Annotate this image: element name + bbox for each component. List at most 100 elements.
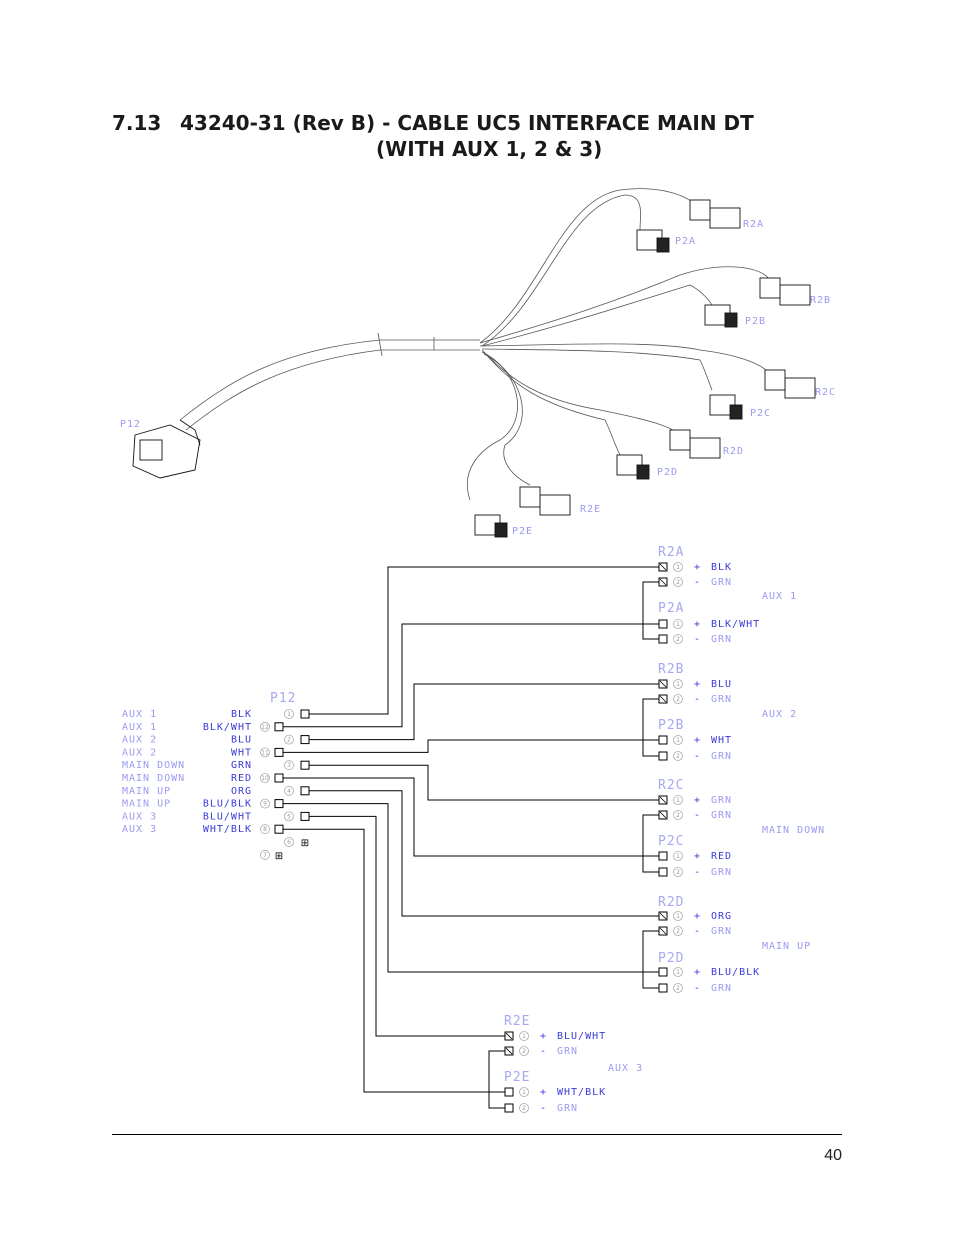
p12-terminal xyxy=(274,799,284,809)
connector-header-r2e: R2E xyxy=(504,1014,530,1029)
p12-pin-number-num: 1 xyxy=(287,711,291,718)
p2a-connector-body xyxy=(636,229,670,253)
connector-wire-color: GRN xyxy=(711,694,732,705)
connector-terminal xyxy=(658,851,668,861)
polarity-sign: - xyxy=(694,694,701,705)
p12-wire-color: BLU xyxy=(231,735,252,746)
connector-pin-number-num: 1 xyxy=(522,1033,526,1040)
connector-pin-number-num: 2 xyxy=(676,636,680,643)
connector-terminal xyxy=(658,967,668,977)
connector-pin-number-num: 2 xyxy=(676,696,680,703)
drawing-label-p2d: P2D xyxy=(657,467,678,478)
connector-pin-number-num: 1 xyxy=(676,969,680,976)
p12-terminal xyxy=(300,760,310,770)
connector-wire-color: GRN xyxy=(711,751,732,762)
drawing-label-p2b: P2B xyxy=(745,316,766,327)
connector-header-r2d: R2D xyxy=(658,895,684,910)
p12-function-label: MAIN UP xyxy=(122,786,171,797)
drawing-label-r2b: R2B xyxy=(810,295,831,306)
p12-header: P12 xyxy=(270,691,296,706)
page-number: 40 xyxy=(824,1147,842,1164)
connector-header-r2a: R2A xyxy=(658,545,684,560)
connector-wire-color: GRN xyxy=(557,1046,578,1057)
drawing-label-r2e: R2E xyxy=(580,504,601,515)
connector-pin-number-num: 1 xyxy=(676,621,680,628)
connector-pin-number-num: 2 xyxy=(676,579,680,586)
connector-pin-number-num: 1 xyxy=(522,1089,526,1096)
cable-drawing: P12 R2A P2A R2B P2B R2C P2C R2D P2D R2E … xyxy=(120,188,835,1114)
main-trunk-wire-edge xyxy=(185,349,480,431)
p12-function-label: AUX 1 xyxy=(122,709,157,720)
connector-terminal xyxy=(658,619,668,629)
p12-wire-color: RED xyxy=(231,773,252,784)
connector-header-p2b: P2B xyxy=(658,718,684,733)
p12-function-label: MAIN DOWN xyxy=(122,760,185,771)
branch-a-wire xyxy=(479,188,701,344)
r2c-connector-body xyxy=(764,369,816,399)
connector-wire-color: BLK xyxy=(711,562,732,573)
polarity-sign: - xyxy=(694,577,701,588)
p12-wire-color: WHT xyxy=(231,747,252,758)
polarity-sign: + xyxy=(694,619,701,630)
connector-pin-number-num: 1 xyxy=(676,681,680,688)
p12-pin-number-num: 3 xyxy=(287,762,291,769)
connector-wire-color: GRN xyxy=(711,810,732,821)
main-trunk-wire xyxy=(179,339,480,421)
p12-plug-icon: ⊞ xyxy=(301,838,309,849)
signal-wire xyxy=(283,623,659,728)
signal-wire xyxy=(309,790,659,917)
ground-jumper-wire xyxy=(488,1050,505,1109)
connector-pin-number-num: 1 xyxy=(676,913,680,920)
signal-wire xyxy=(283,828,505,1093)
p12-pin-number-num: 2 xyxy=(287,737,291,744)
p2c-connector-body xyxy=(709,394,743,420)
polarity-sign: - xyxy=(694,810,701,821)
polarity-sign: - xyxy=(694,634,701,645)
connector-header-p2c: P2C xyxy=(658,834,684,849)
signal-wire xyxy=(309,764,659,801)
connector-wire-color: GRN xyxy=(711,867,732,878)
ground-jumper-wire xyxy=(642,581,659,640)
p12-function-label: AUX 2 xyxy=(122,747,157,758)
signal-wire xyxy=(283,739,659,753)
polarity-sign: - xyxy=(540,1046,547,1057)
connector-pin-number-num: 2 xyxy=(676,985,680,992)
footer-rule xyxy=(112,1134,842,1135)
p2d-connector-body xyxy=(616,454,650,480)
connector-wire-color: BLU xyxy=(711,679,732,690)
polarity-sign: + xyxy=(694,795,701,806)
branch-a-wire-2 xyxy=(481,194,641,347)
connector-wire-color: GRN xyxy=(711,577,732,588)
p12-pin-number-num: 11 xyxy=(261,749,269,756)
ground-jumper-wire xyxy=(642,698,659,757)
p12-terminal xyxy=(274,773,284,783)
p12-plug-icon: ⊞ xyxy=(275,851,283,862)
p12-wire-color: BLU/BLK xyxy=(203,799,252,810)
group-function-label: AUX 2 xyxy=(762,709,797,720)
group-function-label: MAIN UP xyxy=(762,941,811,952)
signal-wire xyxy=(309,815,505,1037)
connector-pin-number-num: 2 xyxy=(676,869,680,876)
connector-header-p2e: P2E xyxy=(504,1070,530,1085)
signal-wire xyxy=(283,777,659,857)
drawing-label-r2d: R2D xyxy=(723,446,744,457)
connector-wire-color: GRN xyxy=(711,634,732,645)
branch-c-wire-2 xyxy=(481,348,713,391)
r2d-connector-body xyxy=(669,429,721,459)
p12-function-label: AUX 3 xyxy=(122,824,157,835)
p12-pin-number-num: 8 xyxy=(263,826,267,833)
polarity-sign: + xyxy=(540,1087,547,1098)
r2b-connector-body xyxy=(759,277,811,306)
p12-function-label: MAIN UP xyxy=(122,799,171,810)
p12-wire-color: ORG xyxy=(231,786,252,797)
polarity-sign: + xyxy=(694,851,701,862)
connector-wire-color: GRN xyxy=(711,926,732,937)
trunk-break xyxy=(377,332,383,357)
p12-pin-number-num: 4 xyxy=(287,788,291,795)
r2a-connector-body xyxy=(689,199,741,229)
polarity-sign: + xyxy=(694,735,701,746)
polarity-sign: - xyxy=(694,867,701,878)
connector-pin-number-num: 2 xyxy=(522,1048,526,1055)
connector-wire-color: WHT xyxy=(711,735,732,746)
branch-c-wire xyxy=(479,343,771,376)
